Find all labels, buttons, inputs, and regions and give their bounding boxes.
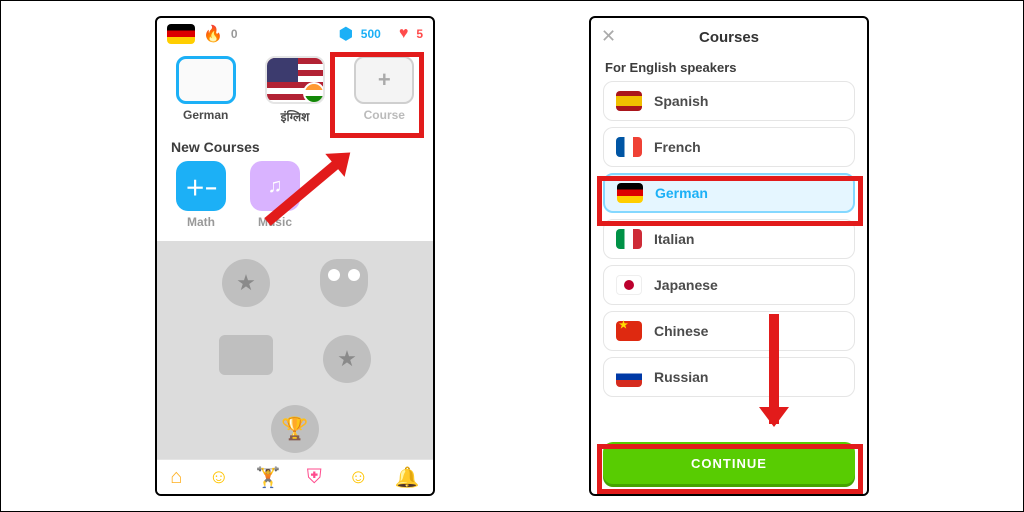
language-label: Spanish	[654, 93, 708, 109]
language-row-spanish[interactable]: Spanish	[603, 81, 855, 121]
character-icon[interactable]: ☺	[209, 466, 229, 489]
plus-icon: +	[354, 56, 414, 104]
gems-value: 500	[361, 27, 381, 41]
course-label: इंग्लिश	[281, 108, 310, 125]
streak-value: 0	[231, 27, 238, 41]
language-label: Russian	[654, 369, 708, 385]
course-german[interactable]: German	[167, 56, 244, 122]
annotation-arrow	[769, 314, 779, 424]
add-course[interactable]: + Course	[346, 56, 423, 122]
continue-wrap: CONTINUE	[591, 434, 867, 494]
close-icon[interactable]: ✕	[601, 26, 616, 47]
home-icon[interactable]: ⌂	[170, 466, 182, 489]
lesson-path: ★ ★ 🏆	[157, 241, 433, 459]
courses-header: ✕ Courses	[591, 18, 867, 56]
new-course-math[interactable]: ＋− Math	[171, 161, 231, 229]
language-label: Chinese	[654, 323, 708, 339]
lesson-node-star[interactable]: ★	[323, 335, 371, 383]
bell-icon[interactable]: 🔔	[395, 465, 420, 490]
stats-bar: 🔥 0 ⬢ 500 ♥ 5	[157, 18, 433, 50]
flame-icon[interactable]: 🔥	[203, 24, 223, 44]
courses-title: Courses	[699, 29, 759, 46]
language-list: Spanish French German Italian Japanese Chines…	[591, 81, 867, 434]
course-english-hi[interactable]: इंग्लिश	[256, 56, 333, 125]
us-india-flag-icon	[265, 56, 325, 104]
courses-subtitle: For English speakers	[591, 56, 867, 81]
language-label: Japanese	[654, 277, 718, 293]
gem-icon[interactable]: ⬢	[339, 24, 353, 44]
german-flag-icon	[617, 183, 643, 203]
language-label: French	[654, 139, 701, 155]
hearts-value: 5	[416, 27, 423, 41]
language-label: German	[655, 185, 708, 201]
practice-icon[interactable]: 🏋	[255, 465, 280, 490]
language-row-chinese[interactable]: Chinese	[603, 311, 855, 351]
language-label: Italian	[654, 231, 694, 247]
spanish-flag-icon	[616, 91, 642, 111]
chest-icon[interactable]	[219, 335, 273, 375]
course-tabs: German इंग्लिश + Course	[157, 50, 433, 133]
section-new-courses: New Courses	[157, 133, 433, 157]
language-row-french[interactable]: French	[603, 127, 855, 167]
screen-courses: ✕ Courses For English speakers Spanish Fr…	[589, 16, 869, 496]
course-label: Course	[364, 108, 405, 122]
bottom-nav: ⌂ ☺ 🏋 ⛨ ☺ 🔔	[157, 459, 433, 494]
language-row-japanese[interactable]: Japanese	[603, 265, 855, 305]
russian-flag-icon	[616, 367, 642, 387]
language-row-italian[interactable]: Italian	[603, 219, 855, 259]
french-flag-icon	[616, 137, 642, 157]
language-row-german[interactable]: German	[603, 173, 855, 213]
heart-icon[interactable]: ♥	[399, 25, 409, 43]
language-row-russian[interactable]: Russian	[603, 357, 855, 397]
owl-icon	[320, 259, 368, 307]
continue-label: CONTINUE	[691, 456, 767, 471]
lesson-node-star[interactable]: ★	[222, 259, 270, 307]
screen-home: 🔥 0 ⬢ 500 ♥ 5 German इंग्लिश + Course Ne…	[155, 16, 435, 496]
leagues-icon[interactable]: ⛨	[307, 466, 322, 489]
feed-icon[interactable]: ☺	[348, 466, 368, 489]
italian-flag-icon	[616, 229, 642, 249]
continue-button[interactable]: CONTINUE	[603, 442, 855, 484]
japanese-flag-icon	[616, 275, 642, 295]
lesson-node-trophy[interactable]: 🏆	[271, 405, 319, 453]
germany-flag-icon[interactable]	[167, 24, 195, 44]
chinese-flag-icon	[616, 321, 642, 341]
math-icon: ＋−	[176, 161, 226, 211]
germany-flag-icon	[176, 56, 236, 104]
course-label: German	[183, 108, 228, 122]
new-course-label: Math	[187, 215, 215, 229]
